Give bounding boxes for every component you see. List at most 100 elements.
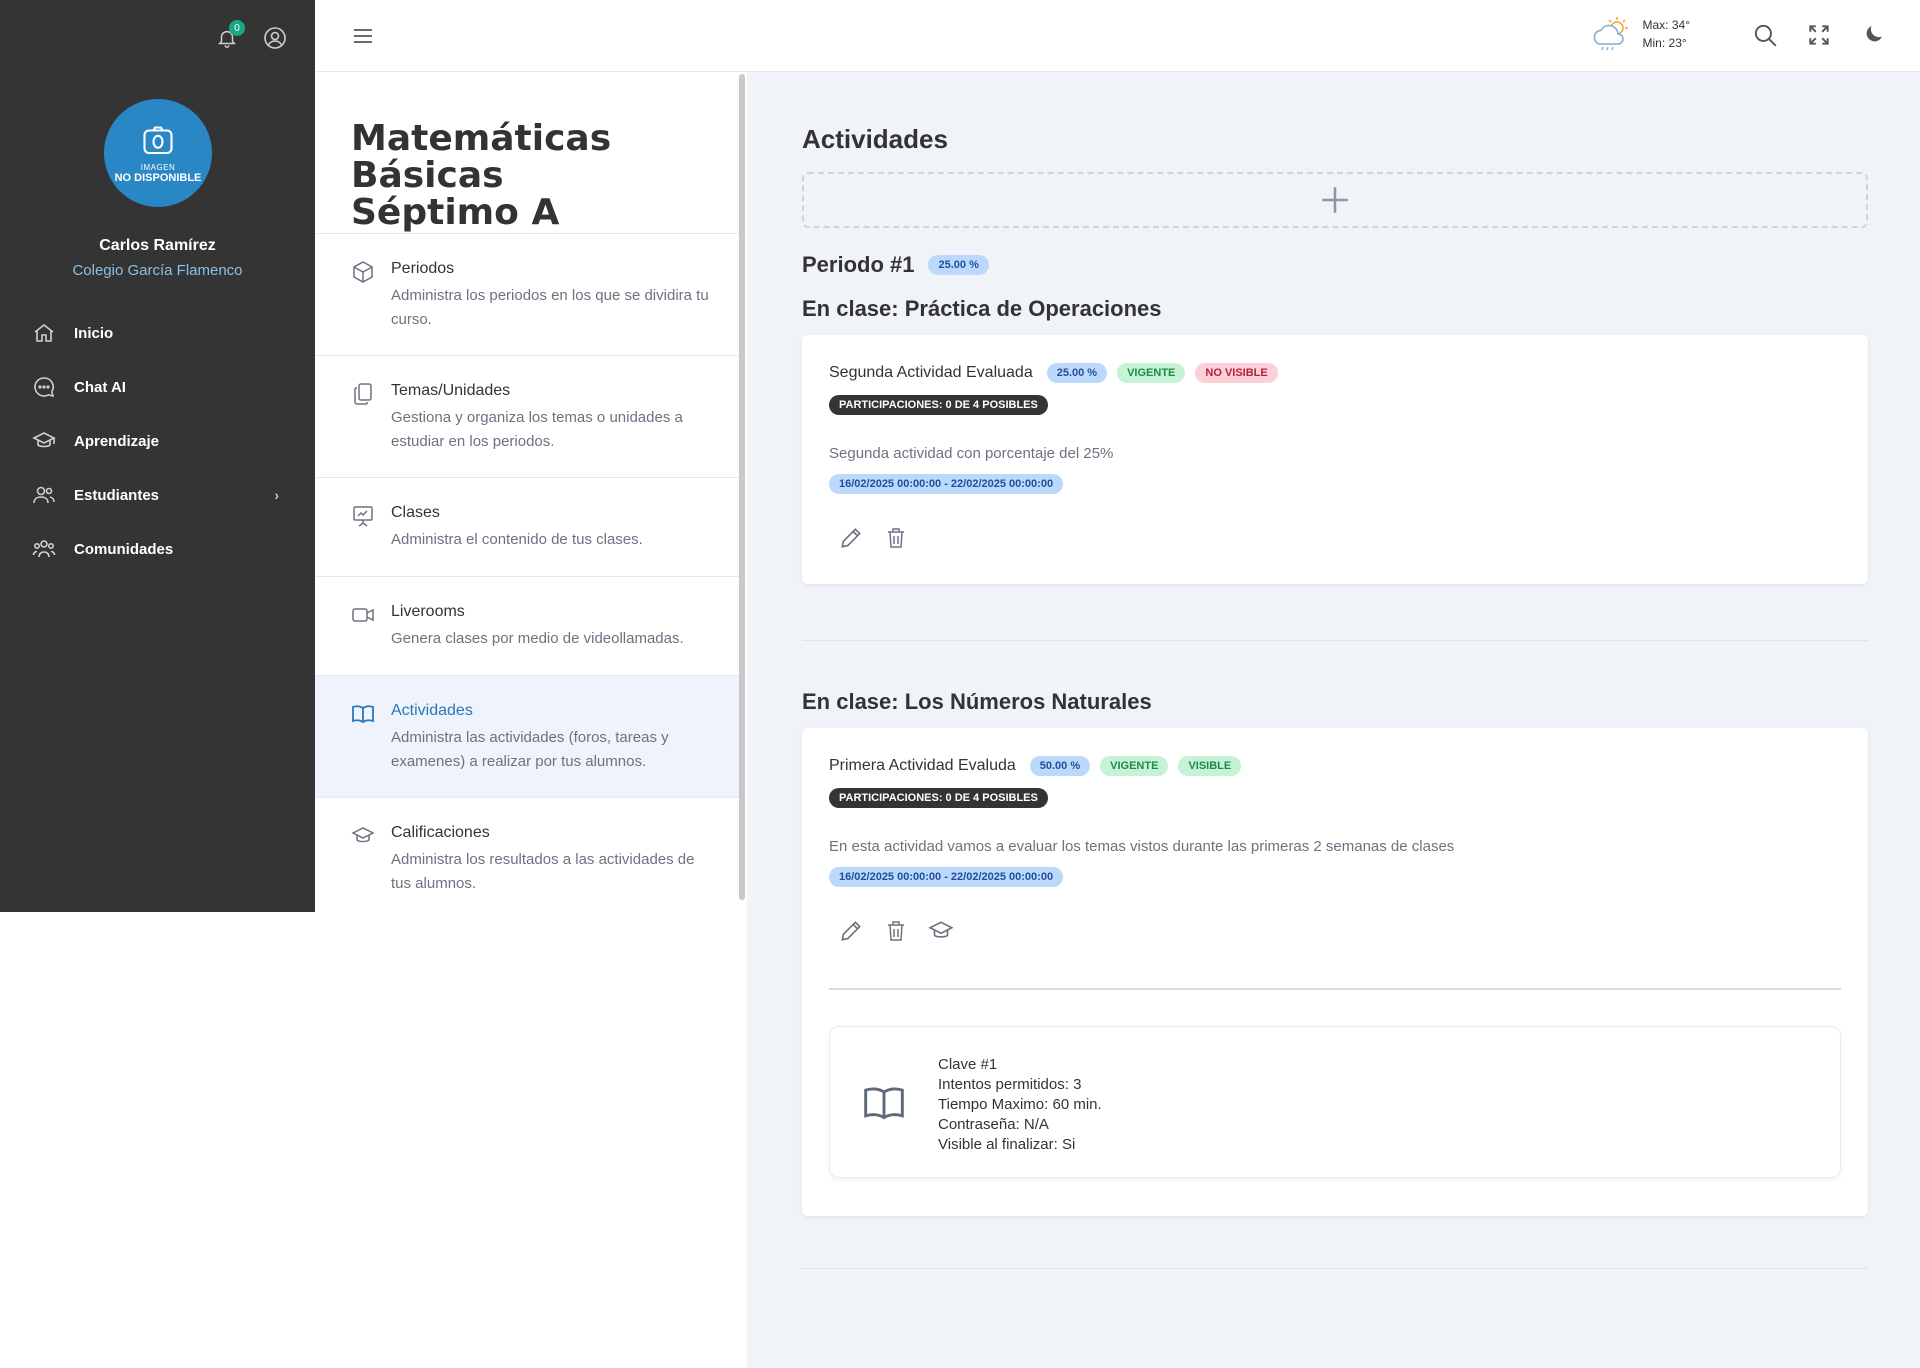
activity-title: Primera Actividad Evaluda: [829, 757, 1016, 774]
book-open-icon: [864, 1087, 904, 1120]
avatar[interactable]: IMAGEN NO DISPONIBLE: [104, 99, 212, 207]
users-icon: [33, 486, 55, 504]
menu-toggle-button[interactable]: [351, 24, 375, 53]
sidebar-item-estudiantes[interactable]: Estudiantes ›: [0, 468, 315, 522]
graduation-cap-icon: [32, 432, 56, 448]
delete-button[interactable]: [884, 525, 908, 556]
activity-card-header: Primera Actividad Evaluda 50.00 % VIGENT…: [829, 756, 1242, 776]
video-icon: [352, 608, 374, 622]
top-header: Max: 34° Min: 23°: [315, 0, 1920, 72]
course-menu-title: Liverooms: [391, 603, 465, 620]
activity-status-badge: VIGENTE: [1100, 756, 1169, 776]
course-menu-liverooms[interactable]: Liverooms Genera clases por medio de vid…: [315, 577, 745, 676]
page-title: Actividades: [802, 124, 948, 154]
graduation-cap-icon: [351, 827, 375, 843]
sidebar-item-label: Estudiantes: [74, 486, 160, 504]
activity-actions: [838, 525, 908, 556]
detail-attempts: Intentos permitidos: 3: [938, 1076, 1082, 1093]
sidebar-item-aprendizaje[interactable]: Aprendizaje: [0, 414, 315, 468]
class-title: En clase: Práctica de Operaciones: [802, 296, 1162, 321]
participations-row: PARTICIPACIONES: 0 DE 4 POSIBLES: [829, 395, 1048, 415]
course-menu-temas[interactable]: Temas/Unidades Gestiona y organiza los t…: [315, 356, 745, 478]
notifications-button[interactable]: 0: [213, 20, 245, 52]
course-menu-desc: Gestiona y organiza los temas o unidades…: [391, 409, 683, 450]
activity-dates-badge: 16/02/2025 00:00:00 - 22/02/2025 00:00:0…: [829, 867, 1064, 887]
chat-icon: [34, 377, 55, 398]
grade-button[interactable]: [928, 918, 954, 949]
fullscreen-button[interactable]: [1806, 22, 1832, 53]
activity-visibility-badge: NO VISIBLE: [1195, 363, 1278, 383]
profile-button[interactable]: [261, 24, 289, 52]
course-menu-calificaciones[interactable]: Calificaciones Administra los resultados…: [315, 798, 745, 908]
weather-max: Max: 34°: [1642, 18, 1690, 32]
period-title: Periodo #1: [802, 252, 915, 277]
participations-badge: PARTICIPACIONES: 0 DE 4 POSIBLES: [829, 395, 1048, 415]
activity-dates-badge: 16/02/2025 00:00:00 - 22/02/2025 00:00:0…: [829, 474, 1064, 494]
section-divider: [802, 640, 1868, 641]
avatar-text-line2: NO DISPONIBLE: [114, 171, 202, 184]
add-activity-button[interactable]: [802, 172, 1868, 228]
course-menu-actividades[interactable]: Actividades Administra las actividades (…: [315, 676, 745, 798]
activity-description: En esta actividad vamos a evaluar los te…: [829, 838, 1455, 855]
activity-card: Segunda Actividad Evaluada 25.00 % VIGEN…: [802, 335, 1868, 584]
hamburger-icon: [354, 29, 372, 43]
avatar-text-line1: IMAGEN: [140, 162, 176, 172]
pencil-icon: [841, 921, 861, 941]
course-menu-clases[interactable]: Clases Administra el contenido de tus cl…: [315, 478, 745, 577]
course-title-line2: Séptimo A: [351, 192, 560, 233]
course-menu-desc: Administra los periodos en los que se di…: [391, 287, 709, 328]
graduation-cap-icon: [928, 921, 954, 938]
sidebar-item-inicio[interactable]: Inicio: [0, 306, 315, 360]
activity-percent-badge: 25.00 %: [1046, 363, 1108, 383]
search-button[interactable]: [1752, 22, 1778, 53]
activity-description: Segunda actividad con porcentaje del 25%: [829, 445, 1114, 462]
detail-password: Contraseña: N/A: [938, 1116, 1049, 1133]
sidebar-item-label: Inicio: [74, 324, 114, 342]
documents-icon: [354, 383, 372, 405]
dark-mode-toggle[interactable]: [1862, 22, 1886, 51]
weather-partly-cloudy-icon: [1593, 17, 1628, 51]
activity-detail-lines: Clave #1 Intentos permitidos: 3 Tiempo M…: [938, 1055, 1102, 1155]
detail-key: Clave #1: [938, 1056, 998, 1073]
main-content: Actividades Periodo #1 25.00 % En clase:…: [747, 72, 1920, 1368]
sidebar-top-icons: 0: [213, 20, 289, 52]
course-menu-title: Temas/Unidades: [391, 382, 511, 399]
period-percent-badge: 25.00 %: [928, 255, 989, 275]
blank-area: [0, 912, 747, 1368]
course-menu-title: Actividades: [391, 702, 473, 719]
sidebar-item-label: Chat AI: [74, 378, 126, 396]
course-menu-desc: Administra el contenido de tus clases.: [391, 531, 643, 548]
sidebar-item-comunidades[interactable]: Comunidades: [0, 522, 315, 576]
weather-min: Min: 23°: [1642, 36, 1687, 50]
pencil-icon: [841, 528, 861, 548]
cube-icon: [353, 261, 373, 283]
user-circle-icon: [264, 27, 286, 49]
sidebar-item-chat-ai[interactable]: Chat AI: [0, 360, 315, 414]
delete-button[interactable]: [884, 918, 908, 949]
course-menu-title: Calificaciones: [391, 824, 490, 841]
course-menu-title: Periodos: [391, 260, 455, 277]
edit-button[interactable]: [838, 918, 864, 949]
activity-percent-badge: 50.00 %: [1029, 756, 1091, 776]
trash-icon: [888, 921, 904, 941]
user-school: Colegio García Flamenco: [72, 262, 243, 279]
course-title: Matemáticas Básicas Séptimo A: [315, 72, 745, 234]
course-panel: Matemáticas Básicas Séptimo A Periodos A…: [315, 72, 745, 912]
course-panel-scrollbar[interactable]: [739, 74, 745, 900]
sidebar: 0 IMAGEN NO DISPONIBLE Carlos Ramírez Co…: [0, 0, 315, 912]
community-icon: [32, 540, 56, 558]
course-menu-desc: Genera clases por medio de videollamadas…: [391, 630, 684, 647]
period-header: Periodo #1 25.00 %: [802, 252, 989, 278]
course-menu-desc: Administra los resultados a las activida…: [391, 851, 695, 892]
moon-icon: [1866, 26, 1882, 42]
detail-max-time: Tiempo Maximo: 60 min.: [938, 1096, 1102, 1113]
sidebar-item-label: Aprendizaje: [74, 432, 160, 450]
course-menu-title: Clases: [391, 504, 440, 521]
class-title: En clase: Los Números Naturales: [802, 689, 1152, 714]
fullscreen-icon: [1809, 25, 1829, 45]
activity-visibility-badge: VISIBLE: [1178, 756, 1242, 776]
sidebar-nav: Inicio Chat AI Aprendizaje Estudiantes ›…: [0, 306, 315, 576]
sidebar-item-label: Comunidades: [74, 540, 174, 558]
course-menu-periodos[interactable]: Periodos Administra los periodos en los …: [315, 234, 745, 356]
edit-button[interactable]: [838, 525, 864, 556]
